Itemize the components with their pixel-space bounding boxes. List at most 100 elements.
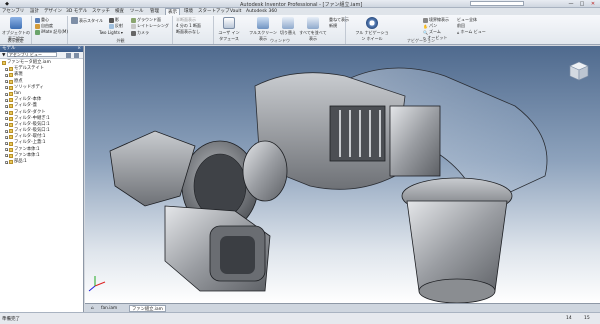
- close-icon[interactable]: ✕: [588, 1, 598, 7]
- switch-window-button[interactable]: 切り替え: [279, 17, 297, 36]
- visibility-icon: [10, 17, 22, 29]
- right-bracket[interactable]: [389, 105, 441, 177]
- group-visibility: オブジェクトの表示設定 表示設定: [0, 16, 32, 44]
- home-icon: ⌂: [457, 29, 460, 35]
- viewcube-icon[interactable]: [568, 60, 590, 82]
- expand-icon[interactable]: +: [5, 73, 9, 77]
- expand-icon[interactable]: +: [5, 135, 9, 139]
- tab-3d-model[interactable]: 3D モデル: [66, 8, 87, 15]
- browser-tree-label: 部品:1: [14, 159, 27, 164]
- tab-design-1[interactable]: 設計: [30, 8, 39, 15]
- tab-environments[interactable]: 環境: [184, 8, 193, 15]
- home-doc-icon[interactable]: ⌂: [89, 305, 96, 312]
- part-icon: [9, 92, 13, 97]
- document-tabs: ⌂ fan.iam ファン組立.iam: [85, 303, 600, 312]
- pan-icon: ✋: [423, 23, 428, 29]
- left-frame[interactable]: [109, 130, 196, 207]
- outlet-cylinder[interactable]: [406, 200, 508, 292]
- graphics-viewport[interactable]: [85, 46, 600, 303]
- expand-icon[interactable]: +: [5, 154, 9, 158]
- group-windows: ユーザ インタフェース フルスクリーン表示 切り替え すべてを並べて表示 重ねて…: [215, 16, 349, 44]
- tab-getstarted[interactable]: スタートアップ: [198, 8, 230, 15]
- zoom-all-icon: [423, 17, 428, 23]
- search-icon[interactable]: [66, 53, 71, 58]
- status-message: 準備完了: [2, 317, 20, 322]
- new-window-button[interactable]: 新規: [329, 23, 337, 29]
- group-label-windows: ウィンドウ: [270, 38, 290, 43]
- expand-icon[interactable]: +: [5, 104, 9, 108]
- filter-icon[interactable]: ▼: [2, 53, 5, 58]
- part-icon: [9, 153, 13, 158]
- part-icon: [9, 135, 13, 140]
- help-search-input[interactable]: [470, 1, 524, 6]
- assembly-icon: [2, 61, 6, 66]
- group-section: 半断面表示 4 分の 1 断面 断面表示なし: [174, 16, 214, 44]
- group-appearance: 表示スタイル 影 反射 Two Lights ▾ グラウンド面 レイトレーシング …: [69, 16, 173, 44]
- tab-inspect[interactable]: 検査: [115, 8, 124, 15]
- doc-tab-fan[interactable]: fan.iam: [99, 305, 119, 312]
- tab-autodesk360[interactable]: Autodesk 360: [246, 8, 277, 15]
- home-view-button[interactable]: ⌂ ホーム ビュー: [457, 29, 486, 35]
- reflections-button[interactable]: 反射: [109, 23, 123, 29]
- doc-tab-assembly[interactable]: ファン組立.iam: [129, 305, 166, 312]
- expand-icon[interactable]: +: [5, 148, 9, 152]
- visual-style-button[interactable]: 表示スタイル: [71, 17, 103, 24]
- part-icon: [9, 147, 13, 152]
- ui-icon: [223, 17, 235, 29]
- camera-button[interactable]: カメラ: [131, 30, 149, 36]
- browser-tree: ファンモータ組立.iam + モデルステイト + 表現 + 原点 + ソリッドボディ + fan + フ…: [0, 59, 83, 165]
- title-bar: ◆ Autodesk Inventor Professional - [ファン組…: [0, 0, 600, 8]
- tab-sketch[interactable]: スケッチ: [92, 8, 110, 15]
- part-icon: [9, 116, 13, 121]
- tab-design[interactable]: デザイン: [44, 8, 62, 15]
- motor-flange[interactable]: [242, 140, 288, 202]
- maximize-icon[interactable]: □: [577, 1, 587, 7]
- axis-triad: [88, 276, 106, 292]
- expand-icon[interactable]: +: [5, 86, 9, 90]
- part-icon: [9, 104, 13, 109]
- end-section-button[interactable]: 断面表示なし: [176, 29, 200, 35]
- expand-icon[interactable]: +: [5, 129, 9, 133]
- part-icon: [9, 98, 13, 103]
- intake-inner: [220, 236, 255, 274]
- tab-view[interactable]: 表示: [165, 8, 180, 15]
- outlet-end: [418, 278, 496, 303]
- part-icon: [9, 122, 13, 127]
- camera-icon: [131, 30, 136, 36]
- menu-icon[interactable]: [74, 53, 79, 58]
- expand-icon[interactable]: +: [5, 111, 9, 115]
- expand-icon[interactable]: +: [5, 123, 9, 127]
- ribbon-tabs: アセンブリ 設計 デザイン 3D モデル スケッチ 検査 ツール 管理 表示 環…: [0, 8, 600, 15]
- ray-tracing-button[interactable]: レイトレーシング: [131, 23, 169, 29]
- window-title: Autodesk Inventor Professional - [ファン組立.…: [240, 2, 363, 8]
- imate-glyph-button[interactable]: iMate 記号(M): [35, 29, 68, 35]
- fan-cage[interactable]: [329, 105, 386, 162]
- tab-vault[interactable]: Vault: [230, 8, 241, 15]
- part-icon: [9, 79, 13, 84]
- expand-icon[interactable]: +: [5, 98, 9, 102]
- expand-icon[interactable]: +: [5, 67, 9, 71]
- reflection-icon: [109, 23, 114, 29]
- lighting-style-dropdown[interactable]: Two Lights ▾: [99, 30, 123, 35]
- minimize-icon[interactable]: —: [566, 1, 576, 7]
- expand-icon[interactable]: +: [5, 142, 9, 146]
- expand-icon[interactable]: +: [5, 160, 9, 164]
- tab-tools[interactable]: ツール: [130, 8, 144, 15]
- expand-icon[interactable]: +: [5, 117, 9, 121]
- browser-tree-item[interactable]: + 部品:1: [2, 159, 83, 165]
- tab-assembly[interactable]: アセンブリ: [2, 8, 24, 15]
- zoom-icon: 🔍: [423, 29, 428, 35]
- part-icon: [9, 129, 13, 134]
- fullscreen-icon: [257, 17, 269, 29]
- navigation-wheel-icon: [366, 17, 378, 29]
- group-label-navigate: ナビゲーション: [407, 38, 435, 43]
- group-label-visibility: 表示設定: [7, 38, 24, 43]
- assembly-model[interactable]: [85, 46, 600, 303]
- browser-view-dropdown[interactable]: アセンブリ ビュー: [6, 52, 57, 57]
- part-icon: [9, 67, 13, 72]
- dof-icon: [35, 23, 40, 29]
- tab-manage[interactable]: 管理: [150, 8, 159, 15]
- app-menu-icon[interactable]: ◆: [2, 1, 12, 7]
- expand-icon[interactable]: +: [5, 80, 9, 84]
- expand-icon[interactable]: +: [5, 92, 9, 96]
